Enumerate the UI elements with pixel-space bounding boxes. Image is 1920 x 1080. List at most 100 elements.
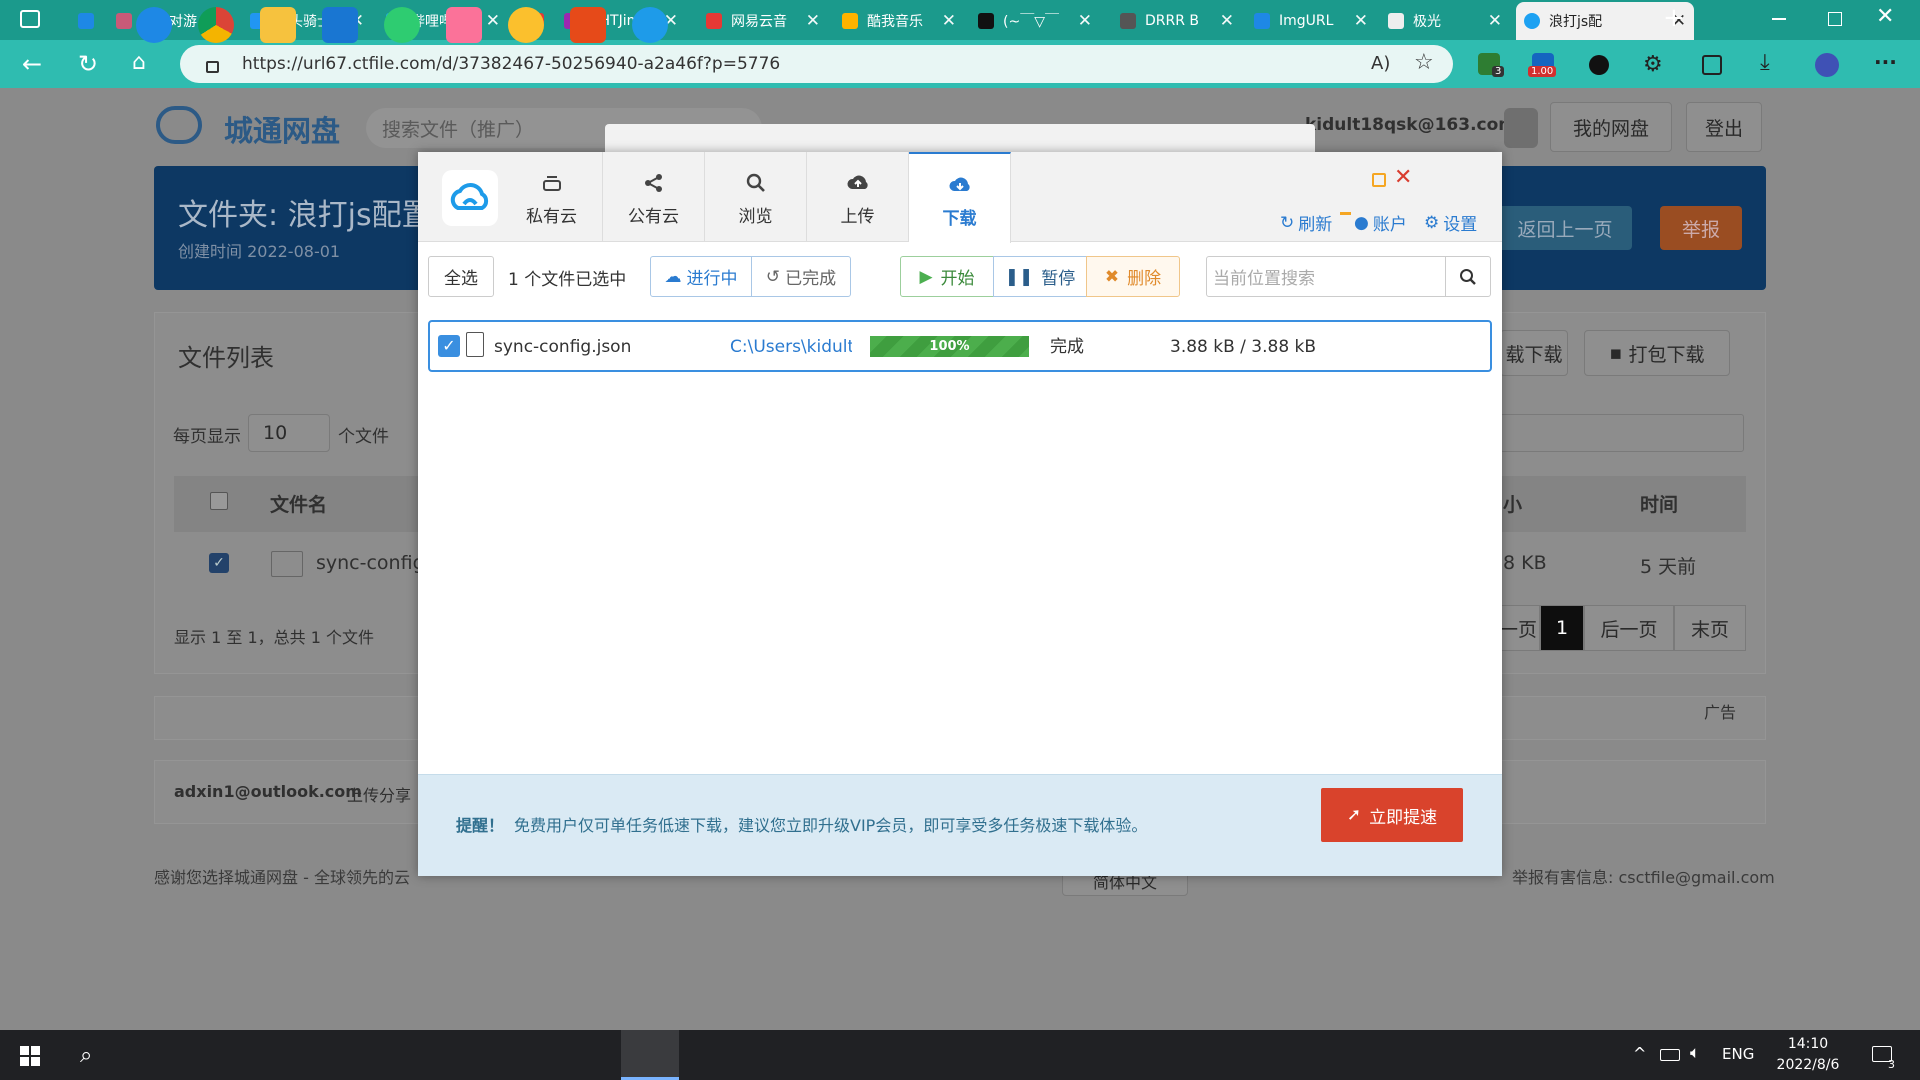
- ctfile-taskbar-icon[interactable]: [632, 7, 668, 43]
- browser-tab[interactable]: DRRR B ✕: [1112, 4, 1242, 37]
- close-tab-icon[interactable]: ✕: [806, 11, 820, 31]
- back-button[interactable]: 返回上一页: [1498, 206, 1632, 250]
- minimize-icon[interactable]: [1772, 18, 1786, 20]
- close-tab-icon[interactable]: ✕: [486, 11, 500, 31]
- page-last[interactable]: 末页: [1674, 605, 1746, 651]
- completed-tab[interactable]: ↺ 已完成: [751, 256, 851, 297]
- user-avatar[interactable]: [1504, 108, 1538, 148]
- page-prev[interactable]: 一页: [1496, 605, 1540, 651]
- explorer-taskbar-icon[interactable]: [260, 7, 296, 43]
- circle-extension-icon[interactable]: [1589, 55, 1609, 75]
- logout-button[interactable]: 登出: [1686, 102, 1762, 152]
- start-icon[interactable]: [20, 1046, 40, 1066]
- browser-tab[interactable]: 极光 ✕: [1380, 4, 1510, 37]
- read-aloud-icon[interactable]: A): [1371, 53, 1390, 74]
- browser-tab[interactable]: 网易云音 ✕: [698, 4, 828, 37]
- browser-tab[interactable]: ImgURL ✕: [1246, 4, 1376, 37]
- feishu-taskbar-icon[interactable]: [322, 7, 358, 43]
- pause-button[interactable]: ❚❚ 暂停: [993, 256, 1087, 297]
- volume-icon[interactable]: 🔈︎: [1690, 1043, 1700, 1063]
- nav-tab[interactable]: 浏览: [705, 152, 807, 242]
- nav-tab[interactable]: 下载: [909, 152, 1011, 243]
- browser-tab[interactable]: [70, 4, 102, 37]
- per-page-select[interactable]: 10: [248, 414, 330, 452]
- browser-tab[interactable]: 酷我音乐 ✕: [834, 4, 964, 37]
- menu-icon[interactable]: ···: [1874, 50, 1897, 74]
- downloads-icon[interactable]: ⤓: [1760, 50, 1770, 75]
- pack-download-button[interactable]: ▪ 打包下载: [1584, 330, 1730, 376]
- download-path[interactable]: C:\Users\kidult\Des: [730, 322, 852, 372]
- close-tab-icon[interactable]: ✕: [1354, 11, 1368, 31]
- close-tab-icon[interactable]: ✕: [942, 11, 956, 31]
- lock-icon[interactable]: [206, 61, 219, 73]
- list-search-input[interactable]: [1500, 414, 1744, 452]
- favorite-icon[interactable]: ☆: [1414, 50, 1434, 75]
- refresh-icon[interactable]: ↻: [78, 50, 98, 78]
- taskbar-search-icon[interactable]: ⌕: [80, 1043, 92, 1068]
- close-tab-icon[interactable]: ✕: [1078, 11, 1092, 31]
- user-email[interactable]: kidult18qsk@163.com: [1305, 115, 1516, 135]
- download-row[interactable]: ✓ sync-config.json C:\Users\kidult\Des 1…: [428, 320, 1492, 372]
- row-checkbox[interactable]: ✓: [209, 553, 229, 573]
- bilibili-taskbar-icon[interactable]: [446, 7, 482, 43]
- close-tab-icon[interactable]: ✕: [1220, 11, 1234, 31]
- delete-button[interactable]: ✖ 删除: [1086, 256, 1180, 297]
- batch-download-button[interactable]: 载下载: [1500, 330, 1568, 376]
- refresh-link[interactable]: ↻ 刷新: [1280, 210, 1332, 236]
- account-link[interactable]: ● 账户: [1354, 210, 1407, 236]
- wechat-taskbar-icon[interactable]: [384, 7, 420, 43]
- select-all-button[interactable]: 全选: [428, 256, 494, 297]
- input-language[interactable]: ENG: [1722, 1045, 1754, 1063]
- ctfile-taskbar-button[interactable]: [621, 1030, 679, 1080]
- nav-tab[interactable]: 公有云: [603, 152, 705, 242]
- tray-chevron-icon[interactable]: ^: [1633, 1044, 1646, 1063]
- col-size[interactable]: 小: [1503, 490, 1522, 517]
- close-tab-icon[interactable]: ✕: [1488, 11, 1502, 31]
- page-next[interactable]: 后一页: [1584, 605, 1674, 651]
- maximize-icon[interactable]: [1828, 12, 1842, 26]
- battery-icon[interactable]: [1660, 1049, 1680, 1061]
- settings-link[interactable]: ⚙ 设置: [1424, 210, 1477, 236]
- browser-tab[interactable]: (~￣▽￣ ✕: [970, 4, 1100, 37]
- profile-avatar[interactable]: [1815, 53, 1839, 77]
- boost-button[interactable]: ➚ 立即提速: [1321, 788, 1463, 842]
- site-logo-text[interactable]: 城通网盘: [224, 108, 340, 150]
- row-filename[interactable]: sync-config: [316, 552, 425, 574]
- dialog-minimize-icon[interactable]: [1340, 212, 1351, 215]
- gear-icon: ⚙: [1424, 212, 1440, 233]
- clock-date[interactable]: 2022/8/6: [1768, 1057, 1848, 1073]
- music-taskbar-icon[interactable]: [508, 7, 544, 43]
- nav-tab[interactable]: 私有云: [501, 152, 603, 242]
- sharer-email[interactable]: adxin1@outlook.com: [174, 782, 362, 801]
- sogou-taskbar-icon[interactable]: [570, 7, 606, 43]
- home-icon[interactable]: ⌂: [132, 50, 146, 75]
- footer-report[interactable]: 举报有害信息: csctfile@gmail.com: [1512, 864, 1775, 888]
- workspaces-icon[interactable]: [20, 10, 40, 28]
- nav-tab[interactable]: 上传: [807, 152, 909, 242]
- start-button[interactable]: ▶ 开始: [900, 256, 994, 297]
- in-progress-tab[interactable]: ☁ 进行中: [650, 256, 752, 297]
- edge-taskbar-icon[interactable]: [136, 7, 172, 43]
- page-current[interactable]: 1: [1540, 605, 1584, 651]
- extensions-icon[interactable]: ⚙: [1643, 52, 1663, 77]
- tab-title: DRRR B: [1145, 12, 1200, 29]
- clock-time[interactable]: 14:10: [1778, 1036, 1838, 1052]
- dialog-maximize-icon[interactable]: [1372, 173, 1386, 187]
- search-button[interactable]: [1445, 256, 1491, 297]
- chrome-taskbar-icon[interactable]: [198, 7, 234, 43]
- collections-icon[interactable]: [1702, 55, 1722, 75]
- url-text[interactable]: https://url67.ctfile.com/d/37382467-5025…: [242, 54, 780, 74]
- row-checked-checkbox[interactable]: ✓: [438, 335, 460, 357]
- back-icon[interactable]: ←: [22, 50, 42, 78]
- notification-count: 3: [1888, 1058, 1895, 1071]
- col-filename[interactable]: 文件名: [270, 490, 327, 517]
- col-time[interactable]: 时间: [1640, 490, 1678, 517]
- report-button[interactable]: 举报: [1660, 206, 1742, 250]
- share-icon: [644, 174, 662, 192]
- location-search-input[interactable]: 当前位置搜索: [1206, 256, 1446, 297]
- close-window-icon[interactable]: ✕: [1876, 4, 1894, 29]
- my-disk-button[interactable]: 我的网盘: [1550, 102, 1672, 152]
- dialog-close-icon[interactable]: ✕: [1394, 165, 1412, 190]
- new-tab-button[interactable]: +: [1663, 3, 1685, 33]
- select-all-checkbox[interactable]: [210, 492, 228, 510]
